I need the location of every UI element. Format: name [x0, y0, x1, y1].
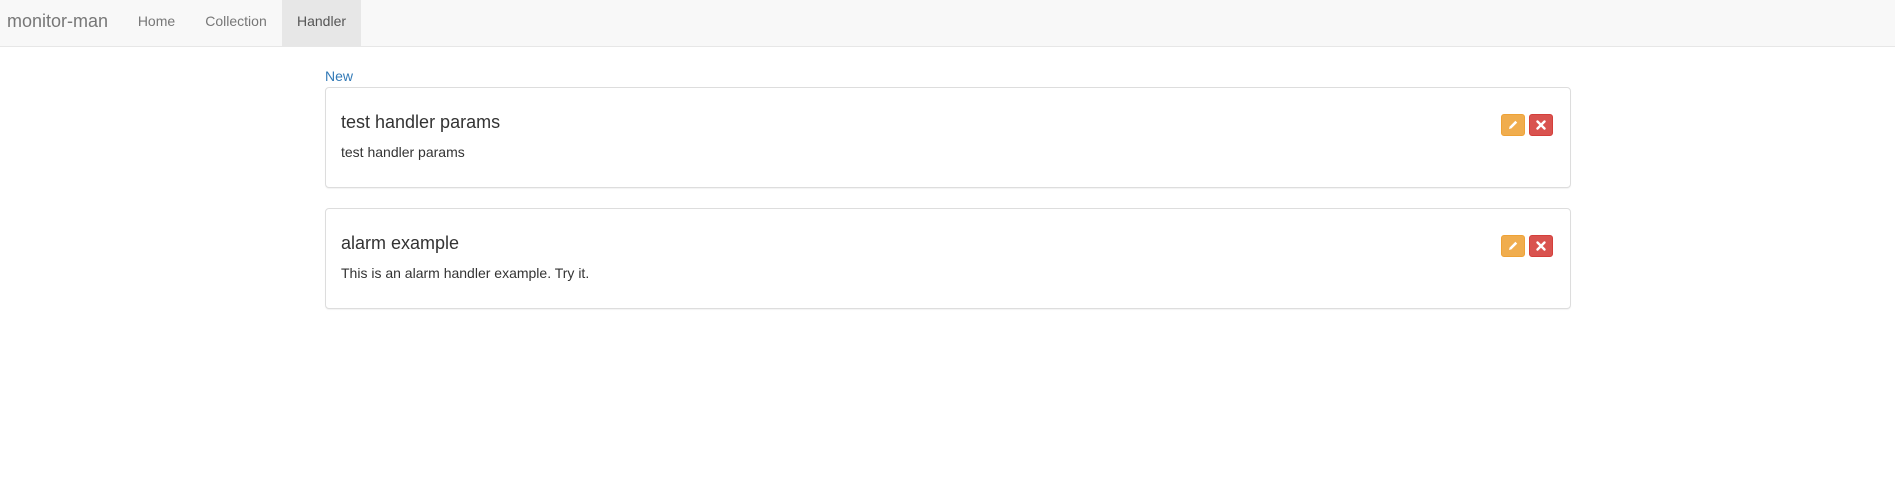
- handler-card: test handler params test handler params: [325, 87, 1571, 188]
- delete-handler-button[interactable]: [1529, 235, 1553, 257]
- pencil-icon: [1509, 120, 1518, 129]
- handler-title: alarm example: [341, 233, 460, 253]
- edit-handler-button[interactable]: [1501, 114, 1525, 136]
- remove-icon: [1536, 241, 1546, 251]
- nav-item-home[interactable]: Home: [123, 0, 190, 46]
- brand-link[interactable]: monitor-man: [7, 0, 108, 46]
- remove-icon: [1536, 120, 1546, 130]
- nav-item-handler[interactable]: Handler: [282, 0, 361, 46]
- edit-handler-button[interactable]: [1501, 235, 1525, 257]
- handler-description: test handler params: [341, 144, 465, 160]
- handler-title: test handler params: [341, 112, 501, 132]
- handler-card: alarm example This is an alarm handler e…: [325, 208, 1571, 309]
- navbar: monitor-man Home Collection Handler: [0, 0, 1895, 47]
- new-handler-link[interactable]: New: [325, 68, 353, 84]
- delete-handler-button[interactable]: [1529, 114, 1553, 136]
- handler-description: This is an alarm handler example. Try it…: [341, 265, 590, 281]
- nav-item-collection[interactable]: Collection: [190, 0, 282, 46]
- pencil-icon: [1509, 241, 1518, 250]
